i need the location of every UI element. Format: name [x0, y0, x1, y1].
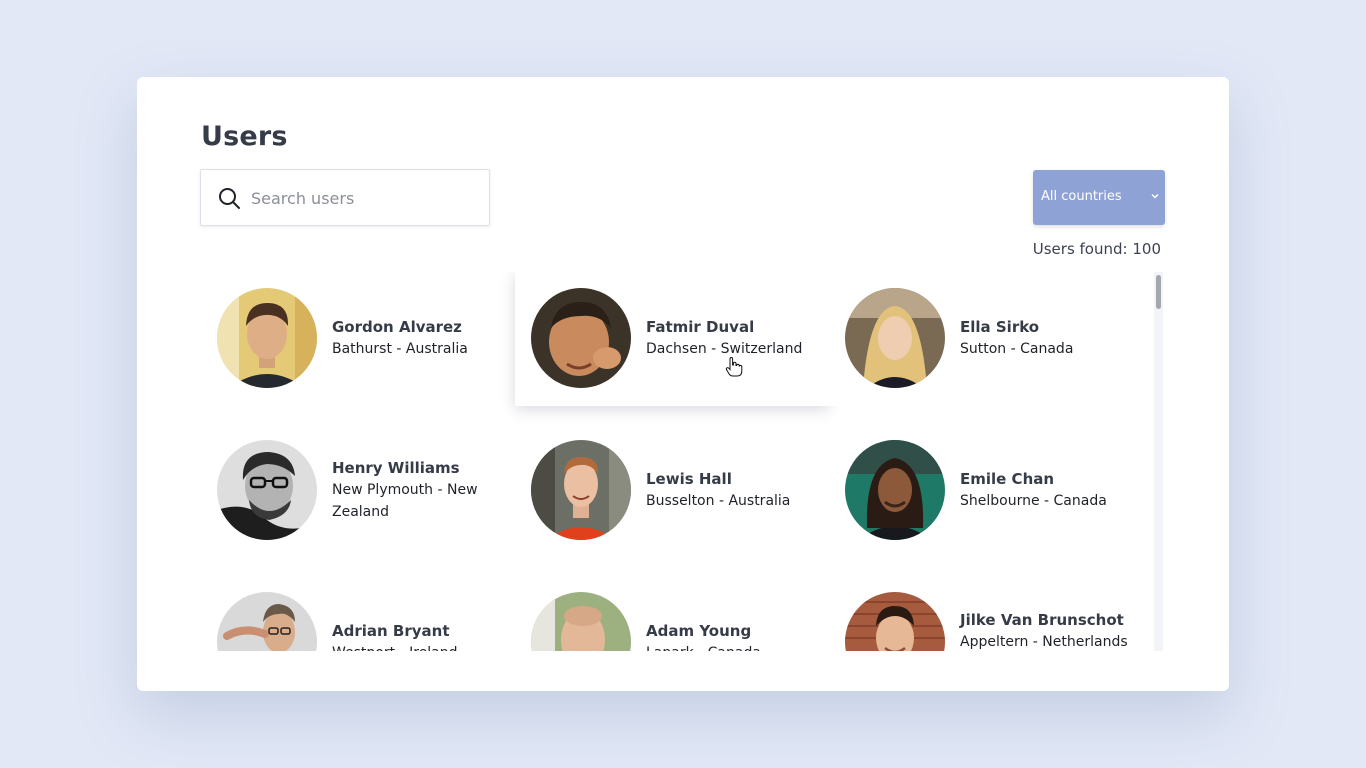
user-name: Ella Sirko: [960, 318, 1040, 336]
user-card[interactable]: Lewis Hall Busselton - Australia: [515, 424, 829, 558]
avatar: [531, 592, 631, 651]
user-name: Lewis Hall: [646, 470, 732, 488]
avatar: [845, 440, 945, 540]
user-location: Appeltern - Netherlands: [960, 634, 1128, 650]
user-name: Jilke Van Brunschot: [960, 611, 1124, 629]
user-location: Shelbourne - Canada: [960, 493, 1107, 509]
user-card[interactable]: Adrian Bryant Westport - Ireland: [201, 576, 515, 651]
user-name: Emile Chan: [960, 470, 1055, 488]
country-filter-select[interactable]: All countries: [1033, 170, 1165, 225]
users-grid[interactable]: Gordon Alvarez Bathurst - Australia Fatm…: [201, 272, 1161, 651]
avatar: [217, 440, 317, 540]
user-name: Adam Young: [646, 622, 752, 640]
user-location: Dachsen - Switzerland: [646, 341, 803, 357]
users-found-label: Users found:: [1032, 240, 1128, 258]
user-card[interactable]: Emile Chan Shelbourne - Canada: [829, 424, 1143, 558]
user-name: Fatmir Duval: [646, 318, 755, 336]
users-found-count: 100: [1132, 240, 1161, 258]
avatar: [531, 440, 631, 540]
scrollbar-thumb[interactable]: [1156, 275, 1161, 309]
user-name: Adrian Bryant: [332, 622, 450, 640]
user-location: Bathurst - Australia: [332, 341, 468, 357]
user-card[interactable]: Henry Williams New Plymouth - New Zealan…: [201, 424, 515, 558]
user-location: Busselton - Australia: [646, 493, 791, 509]
user-name: Gordon Alvarez: [332, 318, 462, 336]
page-title: Users: [201, 121, 288, 152]
search-icon: [219, 188, 240, 209]
avatar: [217, 592, 317, 651]
users-found-counter: Users found: 100: [1033, 240, 1161, 258]
user-location: New Plymouth - New Zealand: [332, 482, 478, 520]
user-location: Westport - Ireland: [332, 642, 510, 651]
avatar: [845, 288, 945, 388]
user-card[interactable]: Gordon Alvarez Bathurst - Australia: [201, 272, 515, 406]
avatar: [845, 592, 945, 651]
user-location: Lanark - Canada: [646, 642, 824, 651]
avatar: [531, 288, 631, 388]
user-card[interactable]: Ella Sirko Sutton - Canada: [829, 272, 1143, 406]
list-scrollbar[interactable]: [1154, 272, 1163, 651]
users-panel: Users All countries Users found: 100: [137, 77, 1229, 691]
chevron-down-icon: [1151, 193, 1159, 199]
user-name: Henry Williams: [332, 459, 460, 477]
search-box[interactable]: [200, 169, 490, 226]
country-filter-label: All countries: [1041, 189, 1122, 204]
user-card[interactable]: Adam Young Lanark - Canada: [515, 576, 829, 651]
user-card[interactable]: Jilke Van Brunschot Appeltern - Netherla…: [829, 576, 1143, 651]
user-card[interactable]: Fatmir Duval Dachsen - Switzerland: [515, 272, 829, 406]
user-location: Sutton - Canada: [960, 341, 1074, 357]
avatar: [217, 288, 317, 388]
search-input[interactable]: [251, 180, 481, 216]
